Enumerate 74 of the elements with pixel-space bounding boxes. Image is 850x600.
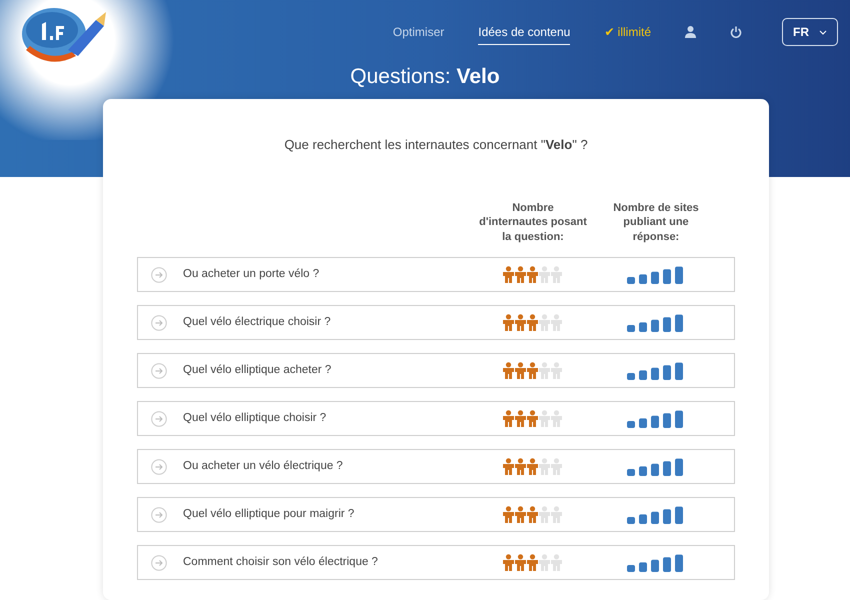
arrow-circle-icon xyxy=(151,458,167,475)
person-icon xyxy=(514,314,526,332)
person-icon xyxy=(502,362,514,380)
person-icon xyxy=(538,506,550,524)
person-icon xyxy=(538,554,550,572)
arrow-circle-icon xyxy=(151,410,167,427)
person-icon xyxy=(514,362,526,380)
question-text: Ou acheter un porte vélo ? xyxy=(183,266,320,282)
person-icon xyxy=(538,314,550,332)
language-select[interactable]: FR xyxy=(782,18,838,46)
caret-icon xyxy=(819,30,827,34)
user-icon[interactable] xyxy=(685,26,696,38)
person-icon xyxy=(526,458,538,476)
signal-bars-icon xyxy=(627,554,683,572)
question-text: Ou acheter un vélo électrique ? xyxy=(183,458,344,474)
question-row[interactable]: Ou acheter un porte vélo ? xyxy=(137,257,735,292)
question-text: Quel vélo elliptique acheter ? xyxy=(183,362,332,378)
question-text: Quel vélo elliptique choisir ? xyxy=(183,410,328,426)
column-header: Nombre d'internautes posant la question: xyxy=(478,200,588,246)
person-icon xyxy=(526,554,538,572)
page-title: Questions: Velo xyxy=(350,65,500,88)
person-icon xyxy=(502,266,514,284)
arrow-circle-icon xyxy=(151,506,167,523)
question-text: Quel vélo elliptique pour maigrir ? xyxy=(183,506,356,522)
person-icon xyxy=(502,314,514,332)
person-icon xyxy=(550,266,562,284)
person-icon xyxy=(514,554,526,572)
question-row[interactable]: Quel vélo elliptique acheter ? xyxy=(137,353,735,388)
signal-bars-icon xyxy=(627,458,683,476)
question-row[interactable]: Quel vélo elliptique pour maigrir ? xyxy=(137,497,735,532)
question-row[interactable]: Quel vélo elliptique choisir ? xyxy=(137,401,735,436)
power-icon[interactable] xyxy=(730,26,742,38)
arrow-circle-icon xyxy=(151,266,167,283)
signal-bars-icon xyxy=(627,314,683,332)
person-icon xyxy=(550,314,562,332)
person-icon xyxy=(514,458,526,476)
question-row[interactable]: Ou acheter un vélo électrique ? xyxy=(137,449,735,484)
person-icon xyxy=(538,410,550,428)
person-icon xyxy=(502,506,514,524)
person-icon xyxy=(550,554,562,572)
person-icon xyxy=(514,410,526,428)
person-icon xyxy=(538,362,550,380)
person-icon xyxy=(526,410,538,428)
person-icon xyxy=(526,266,538,284)
person-icon xyxy=(526,314,538,332)
person-icon xyxy=(538,458,550,476)
question-text: Comment choisir son vélo électrique ? xyxy=(183,554,379,570)
question-row[interactable]: Quel vélo électrique choisir ? xyxy=(137,305,735,340)
plan-status: ✔ illimité xyxy=(604,24,651,41)
arrow-circle-icon xyxy=(151,314,167,331)
person-icon xyxy=(502,410,514,428)
person-icon xyxy=(538,266,550,284)
person-icon xyxy=(514,506,526,524)
person-icon xyxy=(526,362,538,380)
signal-bars-icon xyxy=(627,506,683,524)
arrow-circle-icon xyxy=(151,554,167,571)
person-icon xyxy=(550,458,562,476)
signal-bars-icon xyxy=(627,410,683,428)
person-icon xyxy=(502,554,514,572)
person-icon xyxy=(514,266,526,284)
person-icon xyxy=(526,506,538,524)
question-text: Quel vélo électrique choisir ? xyxy=(183,314,332,330)
arrow-circle-icon xyxy=(151,362,167,379)
person-icon xyxy=(502,458,514,476)
nav-tab[interactable]: Optimiser xyxy=(392,20,444,44)
signal-bars-icon xyxy=(627,266,683,284)
column-header: Nombre de sites publiant une réponse: xyxy=(612,200,700,246)
person-icon xyxy=(550,506,562,524)
question-heading: Que recherchent les internautes concernant "Velo" ? xyxy=(284,137,588,152)
person-icon xyxy=(550,362,562,380)
nav-tab[interactable]: Idées de contenu xyxy=(478,20,570,44)
question-row[interactable]: Comment choisir son vélo électrique ? xyxy=(137,545,735,580)
person-icon xyxy=(550,410,562,428)
signal-bars-icon xyxy=(627,362,683,380)
